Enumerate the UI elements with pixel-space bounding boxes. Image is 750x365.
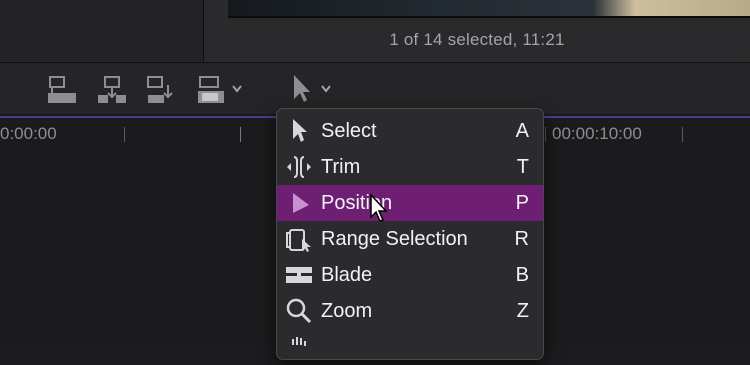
arrow-icon — [293, 119, 307, 142]
menu-item-shortcut: P — [515, 192, 529, 214]
video-frame-border — [228, 16, 750, 18]
menu-item-label: Select — [321, 120, 377, 142]
menu-item-select[interactable]: Select A — [277, 113, 543, 149]
arrow-tool-icon[interactable] — [290, 73, 312, 105]
timecode-label: 00:00:10:00 — [552, 124, 642, 143]
ruler-tick — [545, 127, 546, 142]
menu-item-position[interactable]: Position P — [277, 185, 543, 221]
menu-item-label: Blade — [321, 264, 373, 286]
menu-item-zoom[interactable]: Zoom Z — [277, 293, 543, 329]
connect-clip-icon[interactable] — [46, 75, 78, 107]
menu-item-trim[interactable]: Trim T — [277, 149, 543, 185]
browser-panel — [0, 0, 203, 62]
menu-item-shortcut: B — [515, 264, 529, 286]
tools-menu: Select A Trim T Position P Range Selecti… — [276, 108, 544, 360]
range-selection-icon — [286, 229, 311, 252]
mouse-pointer-icon — [370, 193, 388, 222]
menu-item-shortcut: R — [514, 228, 529, 250]
ruler-tick — [124, 127, 125, 142]
position-icon — [293, 193, 309, 213]
insert-clip-icon[interactable] — [96, 75, 128, 107]
selection-status: 1 of 14 selected, 11:21 — [389, 30, 565, 49]
trim-icon — [287, 156, 311, 178]
menu-item-shortcut: T — [516, 156, 529, 178]
timecode-label: 0:00:00 — [0, 124, 57, 143]
chevron-down-icon[interactable] — [231, 84, 243, 94]
chevron-down-icon[interactable] — [320, 84, 332, 94]
menu-item-label: Range Selection — [321, 228, 468, 250]
menu-item-shortcut: Z — [516, 300, 529, 322]
blade-icon — [286, 267, 312, 283]
menu-item-range-selection[interactable]: Range Selection R — [277, 221, 543, 257]
menu-item-shortcut: A — [515, 120, 529, 142]
menu-item-partial[interactable] — [277, 329, 543, 365]
append-clip-icon[interactable] — [146, 75, 178, 107]
ruler-tick — [682, 127, 683, 142]
menu-item-label: Trim — [321, 156, 361, 178]
video-frame — [228, 0, 750, 16]
hand-icon — [292, 337, 306, 346]
menu-item-blade[interactable]: Blade B — [277, 257, 543, 293]
overwrite-clip-icon[interactable] — [196, 75, 228, 107]
ruler-tick — [240, 127, 241, 142]
menu-item-label: Zoom — [321, 300, 373, 322]
zoom-icon — [286, 298, 312, 324]
